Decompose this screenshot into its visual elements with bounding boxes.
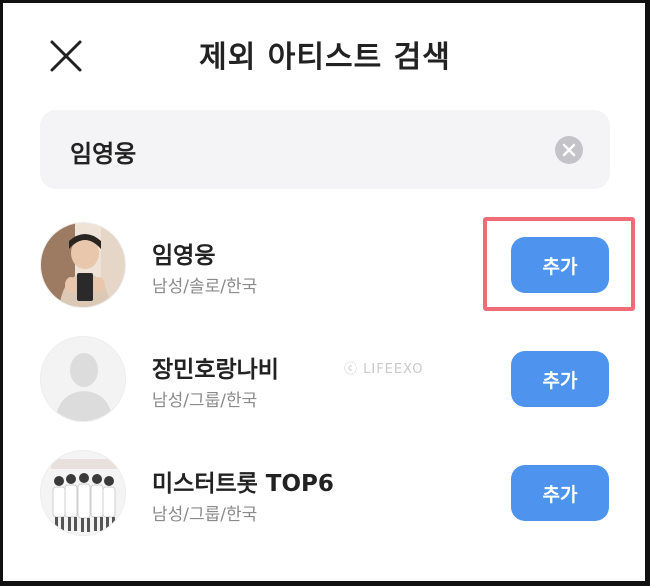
artist-name: 미스터트롯 TOP6 [152,471,334,497]
search-bar [40,110,610,189]
list-item: 장민호랑나비 남성/그룹/한국 추가 [0,328,650,438]
page-title: 제외 아티스트 검색 [199,40,451,75]
header: 제외 아티스트 검색 [0,0,650,110]
list-item: 미스터트롯 TOP6 남성/그룹/한국 추가 [0,442,650,552]
artist-name: 장민호랑나비 [152,357,279,383]
group-photo-icon [41,451,125,535]
avatar [40,336,126,422]
artist-name: 임영웅 [152,243,216,269]
list-item: 임영웅 남성/솔로/한국 추가 [0,214,650,324]
clear-search-button[interactable] [555,136,583,164]
avatar [40,222,126,308]
add-button[interactable]: 추가 [511,351,609,407]
clear-circle-icon[interactable] [562,143,576,157]
default-profile-icon [41,337,125,421]
artist-meta: 남성/그룹/한국 [152,391,258,411]
add-button[interactable]: 추가 [511,465,609,521]
watermark: ⓒ LIFEEXO [344,362,424,377]
artist-meta: 남성/솔로/한국 [152,277,258,297]
avatar [40,450,126,536]
search-input[interactable] [68,130,532,172]
artist-photo-icon [41,223,125,307]
add-button[interactable]: 추가 [511,237,609,293]
artist-meta: 남성/그룹/한국 [152,505,258,525]
